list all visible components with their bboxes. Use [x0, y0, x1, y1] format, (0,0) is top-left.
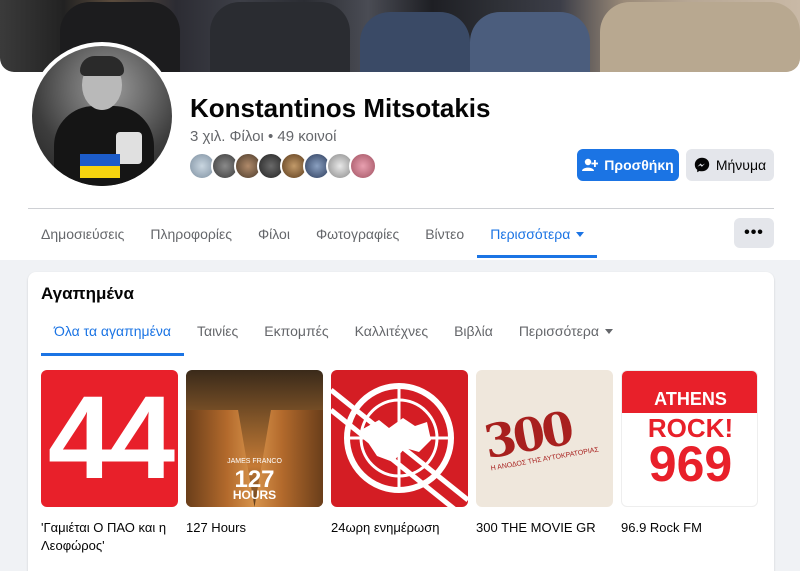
mutual-friends-avatars[interactable] — [188, 152, 377, 180]
favorite-thumbnail[interactable]: ATHENS ROCK! 969 — [621, 370, 758, 507]
favorite-item[interactable]: ATHENS ROCK! 969 96.9 Rock FM — [621, 370, 758, 555]
tab-friends[interactable]: Φίλοι — [245, 212, 303, 258]
subtab-books[interactable]: Βιβλία — [441, 314, 506, 356]
favorite-item-label[interactable]: 24ωρη ενημέρωση — [331, 519, 468, 537]
subtab-shows[interactable]: Εκπομπές — [251, 314, 341, 356]
favorite-item-label[interactable]: 'Γαμιέται Ο ΠΑΟ και η Λεοφώρος' — [41, 519, 178, 555]
add-friend-icon — [582, 158, 599, 171]
favorites-title: Αγαπημένα — [41, 284, 134, 303]
favorites-list: 44 'Γαμιέται Ο ΠΑΟ και η Λεοφώρος' JAMES… — [41, 370, 758, 555]
more-options-button[interactable]: ••• — [734, 218, 774, 248]
caret-down-icon — [576, 232, 585, 237]
subtab-more[interactable]: Περισσότερα — [506, 314, 626, 356]
ukraine-flag-icon — [80, 154, 120, 178]
favorite-item[interactable]: 44 'Γαμιέται Ο ΠΑΟ και η Λεοφώρος' — [41, 370, 178, 555]
favorite-thumbnail[interactable]: 44 — [41, 370, 178, 507]
favorites-card: Αγαπημένα Όλα τα αγαπημένα Ταινίες Εκπομ… — [28, 272, 774, 571]
profile-name: Konstantinos Mitsotakis — [190, 93, 491, 123]
tab-photos[interactable]: Φωτογραφίες — [303, 212, 412, 258]
profile-avatar[interactable] — [32, 46, 172, 186]
favorites-subtabs: Όλα τα αγαπημένα Ταινίες Εκπομπές Καλλιτ… — [41, 314, 626, 356]
favorite-item[interactable]: 300 Η ΑΝΟΔΟΣ ΤΗΣ ΑΥΤΟΚΡΑΤΟΡΙΑΣ 300 THE M… — [476, 370, 613, 555]
header-divider — [28, 208, 774, 209]
add-friend-label: Προσθήκη — [604, 157, 674, 173]
favorite-thumbnail[interactable]: JAMES FRANCO 127 HOURS — [186, 370, 323, 507]
globe-logo-icon — [331, 383, 468, 507]
tab-more[interactable]: Περισσότερα — [477, 212, 598, 258]
message-label: Μήνυμα — [715, 157, 767, 173]
favorite-item[interactable]: JAMES FRANCO 127 HOURS 127 Hours — [186, 370, 323, 555]
favorite-item-label[interactable]: 300 THE MOVIE GR — [476, 519, 613, 537]
subtab-artists[interactable]: Καλλιτέχνες — [342, 314, 441, 356]
favorite-thumbnail[interactable]: 300 Η ΑΝΟΔΟΣ ΤΗΣ ΑΥΤΟΚΡΑΤΟΡΙΑΣ — [476, 370, 613, 507]
subtab-all-favorites[interactable]: Όλα τα αγαπημένα — [41, 314, 184, 356]
friend-avatar[interactable] — [349, 152, 377, 180]
tab-videos[interactable]: Βίντεο — [412, 212, 477, 258]
favorite-item-label[interactable]: 96.9 Rock FM — [621, 519, 758, 537]
subtab-movies[interactable]: Ταινίες — [184, 314, 251, 356]
favorite-item-label[interactable]: 127 Hours — [186, 519, 323, 537]
favorite-item[interactable]: 24ωρη ενημέρωση — [331, 370, 468, 555]
caret-down-icon — [604, 329, 613, 334]
messenger-icon — [694, 157, 710, 173]
tab-posts[interactable]: Δημοσιεύσεις — [28, 212, 137, 258]
tab-about[interactable]: Πληροφορίες — [137, 212, 245, 258]
profile-tabs: Δημοσιεύσεις Πληροφορίες Φίλοι Φωτογραφί… — [28, 212, 598, 258]
favorite-thumbnail[interactable] — [331, 370, 468, 507]
add-friend-button[interactable]: Προσθήκη — [577, 149, 679, 181]
message-button[interactable]: Μήνυμα — [686, 149, 774, 181]
friends-count[interactable]: 3 χιλ. Φίλοι • 49 κοινοί — [190, 128, 336, 145]
